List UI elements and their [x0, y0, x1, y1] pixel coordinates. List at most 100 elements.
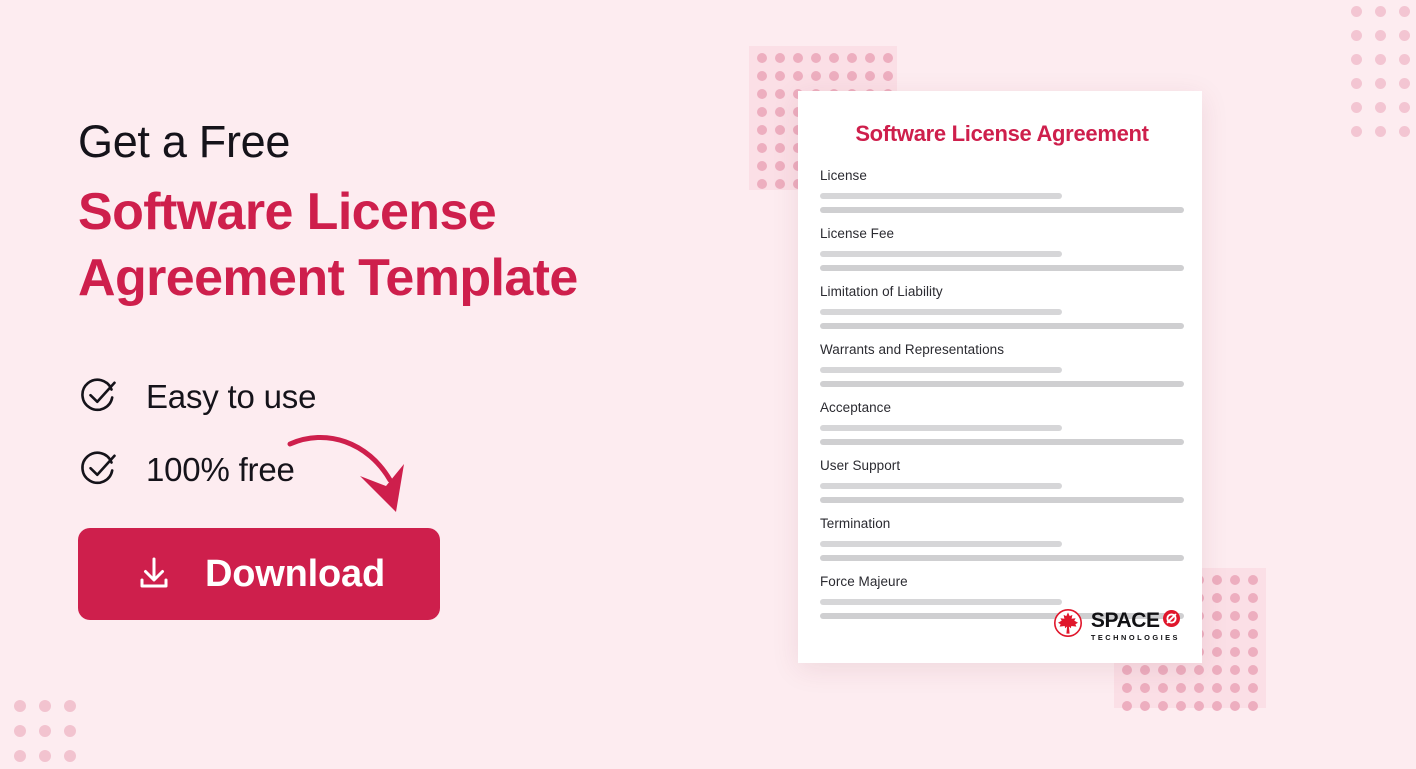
decorative-dot [1194, 701, 1204, 711]
placeholder-bar-short [820, 483, 1063, 489]
placeholder-bar-long [820, 207, 1184, 213]
decorative-dot [811, 71, 821, 81]
decorative-dot [757, 143, 767, 153]
decorative-dot [1399, 126, 1410, 137]
dot-grid-top-right [1345, 0, 1416, 144]
logo-name-text: SPACE [1090, 608, 1160, 632]
decorative-dot [39, 750, 51, 762]
decorative-dot [775, 71, 785, 81]
decorative-dot [1351, 54, 1362, 65]
decorative-dot [39, 700, 51, 712]
document-section-title: Acceptance [820, 400, 892, 415]
placeholder-bar-short [820, 193, 1063, 199]
decorative-dot [1248, 647, 1258, 657]
logo-wordmark: SPACE TECHNOLOGIES [1090, 608, 1180, 642]
document-section-list: License License Fee Limitation of Liabil… [820, 168, 1184, 619]
download-icon [133, 552, 175, 597]
decorative-dot [793, 71, 803, 81]
decorative-dot [1212, 575, 1222, 585]
decorative-dot [1248, 611, 1258, 621]
decorative-dot [1230, 629, 1240, 639]
decorative-dot [775, 107, 785, 117]
download-button-label: Download [205, 552, 385, 595]
placeholder-bar-short [820, 541, 1063, 547]
decorative-dot [1248, 629, 1258, 639]
decorative-dot [847, 71, 857, 81]
decorative-dot [1230, 611, 1240, 621]
decorative-dot [1375, 78, 1386, 89]
placeholder-bar-short [820, 251, 1063, 257]
decorative-dot [39, 725, 51, 737]
decorative-dot [757, 107, 767, 117]
feature-label: Easy to use [146, 378, 317, 416]
decorative-dot [1230, 647, 1240, 657]
document-section: License [820, 168, 1184, 213]
decorative-dot [14, 750, 26, 762]
document-section: Limitation of Liability [820, 284, 1184, 329]
logo-tagline: TECHNOLOGIES [1090, 632, 1180, 642]
decorative-dot [1351, 6, 1362, 17]
decorative-dot [1399, 30, 1410, 41]
decorative-dot [64, 700, 76, 712]
decorative-dot [64, 725, 76, 737]
decorative-dot [775, 179, 785, 189]
decorative-dot [1140, 683, 1150, 693]
decorative-dot [1194, 665, 1204, 675]
document-section-title: User Support [820, 458, 901, 473]
decorative-dot [775, 125, 785, 135]
decorative-dot [1248, 701, 1258, 711]
decorative-dot [1375, 30, 1386, 41]
decorative-dot [1230, 593, 1240, 603]
decorative-dot [793, 53, 803, 63]
feature-item-easy-to-use: Easy to use [78, 374, 698, 421]
document-section-title: Force Majeure [820, 574, 908, 589]
decorative-dot [64, 750, 76, 762]
decorative-dot [757, 161, 767, 171]
decorative-dot [1375, 54, 1386, 65]
decorative-dot [1351, 126, 1362, 137]
decorative-dot [829, 53, 839, 63]
placeholder-bar-long [820, 323, 1184, 329]
decorative-dot [1248, 593, 1258, 603]
placeholder-bar-long [820, 381, 1184, 387]
placeholder-bar-long [820, 555, 1184, 561]
document-section-title: Termination [820, 516, 891, 531]
decorative-dot [1351, 102, 1362, 113]
decorative-dot [1158, 701, 1168, 711]
document-section: Acceptance [820, 400, 1184, 445]
decorative-dot [1212, 647, 1222, 657]
decorative-dot [1375, 102, 1386, 113]
decorative-dot [14, 725, 26, 737]
decorative-dot [1230, 665, 1240, 675]
decorative-dot [1351, 78, 1362, 89]
decorative-dot [1176, 683, 1186, 693]
decorative-dot [775, 53, 785, 63]
decorative-dot [1158, 665, 1168, 675]
check-circle-icon [78, 374, 120, 421]
headline-intro: Get a Free [78, 116, 291, 167]
company-logo: SPACE TECHNOLOGIES [1053, 608, 1180, 643]
decorative-dot [1399, 6, 1410, 17]
document-section: Termination [820, 516, 1184, 561]
decorative-dot [1212, 683, 1222, 693]
decorative-dot [1158, 683, 1168, 693]
decorative-dot [1122, 683, 1132, 693]
decorative-dot [1399, 102, 1410, 113]
decorative-dot [1351, 30, 1362, 41]
decorative-dot [1212, 629, 1222, 639]
decorative-dot [1248, 665, 1258, 675]
decorative-dot [1399, 54, 1410, 65]
decorative-dot [883, 71, 893, 81]
download-button[interactable]: Download [78, 528, 440, 620]
decorative-dot [1230, 575, 1240, 585]
decorative-dot [775, 161, 785, 171]
decorative-dot [757, 125, 767, 135]
check-circle-icon [78, 447, 120, 494]
maple-leaf-icon [1053, 608, 1083, 643]
placeholder-bar-long [820, 439, 1184, 445]
placeholder-bar-long [820, 265, 1184, 271]
placeholder-bar-long [820, 497, 1184, 503]
decorative-dot [1212, 701, 1222, 711]
decorative-dot [847, 53, 857, 63]
decorative-dot [865, 71, 875, 81]
